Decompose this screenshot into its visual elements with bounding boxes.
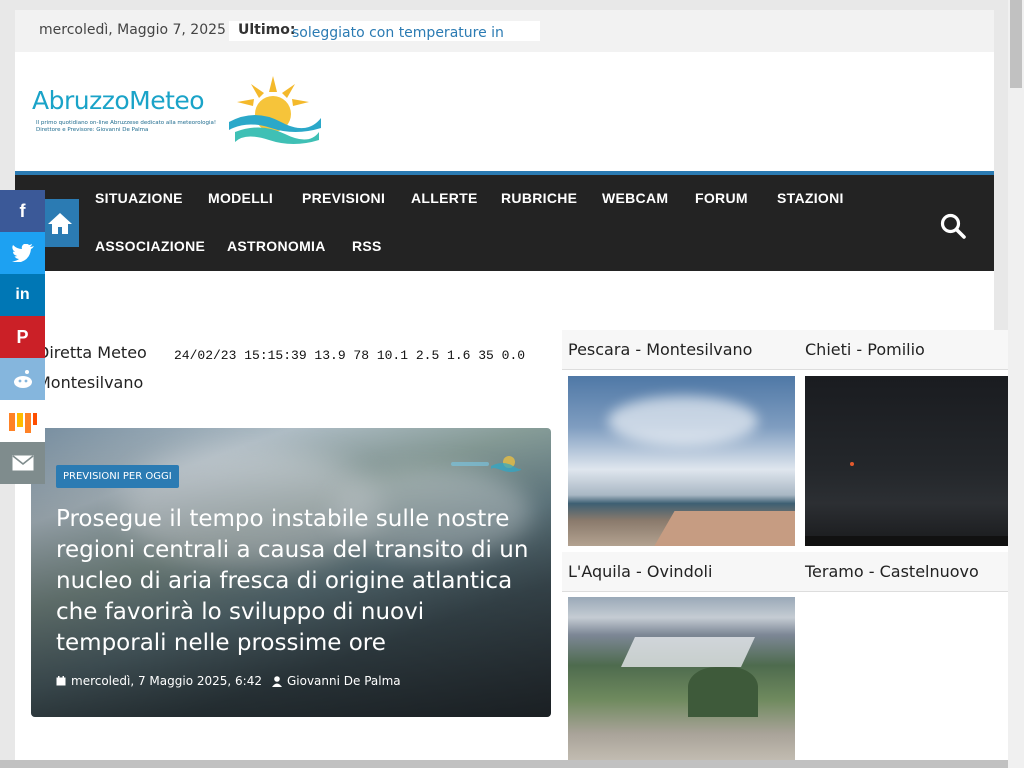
reddit-share-button[interactable] (0, 358, 45, 400)
home-button[interactable] (41, 199, 79, 247)
facebook-icon: f (19, 200, 26, 221)
author-icon (271, 675, 282, 687)
site-logo[interactable]: AbruzzoMeteo Il primo quotidiano on-line… (30, 72, 321, 152)
article-title[interactable]: Prosegue il tempo instabile sulle nostre… (56, 504, 536, 659)
article-meta: mercoledì, 7 Maggio 2025, 6:42 Giovanni … (56, 674, 401, 688)
snow-patch (621, 637, 755, 667)
webcam-image-pescara[interactable] (568, 376, 795, 546)
news-ticker: Ultimo: soleggiato con temperature in (229, 21, 540, 41)
calendar-icon (56, 676, 66, 686)
article-author[interactable]: Giovanni De Palma (287, 674, 401, 688)
nav-item-modelli[interactable]: MODELLI (208, 190, 273, 206)
scrollbar-thumb[interactable] (1010, 0, 1022, 88)
pinterest-icon: P (16, 326, 29, 347)
nav-item-rss[interactable]: RSS (352, 238, 382, 254)
nav-item-stazioni[interactable]: STAZIONI (777, 190, 844, 206)
light-dot (850, 462, 854, 466)
webcam-image-laquila[interactable] (568, 597, 795, 768)
nav-item-previsioni[interactable]: PREVISIONI (302, 190, 385, 206)
station-widget-title: Diretta Meteo Montesilvano (37, 338, 157, 398)
search-icon (940, 213, 966, 239)
nav-item-associazione[interactable]: ASSOCIAZIONE (95, 238, 205, 254)
nav-item-situazione[interactable]: SITUAZIONE (95, 190, 183, 206)
article-date[interactable]: mercoledì, 7 Maggio 2025, 6:42 (71, 674, 262, 688)
ticker-label: Ultimo: (238, 22, 296, 38)
webcam-title[interactable]: Chieti - Pomilio (799, 330, 1009, 370)
facebook-share-button[interactable]: f (0, 190, 45, 232)
roof (651, 511, 795, 546)
social-share-bar: f in P (0, 190, 45, 484)
webcam-title[interactable]: L'Aquila - Ovindoli (562, 552, 799, 592)
sun-wave-logo-icon (229, 76, 321, 144)
twitter-share-button[interactable] (0, 232, 45, 274)
current-date: mercoledì, Maggio 7, 2025 (39, 22, 226, 38)
nav-item-webcam[interactable]: WEBCAM (602, 190, 668, 206)
logo-tagline: Il primo quotidiano on-line Abruzzese de… (36, 120, 217, 133)
horizontal-scrollbar[interactable] (0, 760, 1008, 768)
webcam-title[interactable]: Pescara - Montesilvano (562, 330, 799, 370)
featured-article[interactable]: PREVISIONI PER OGGI Prosegue il tempo in… (31, 428, 551, 717)
linkedin-share-button[interactable]: in (0, 274, 45, 316)
vertical-scrollbar[interactable] (1008, 0, 1024, 768)
logo-text: AbruzzoMeteo (32, 86, 205, 115)
linkedin-icon: in (15, 286, 30, 303)
home-icon (48, 213, 72, 234)
email-icon (12, 455, 33, 471)
email-share-button[interactable] (0, 442, 45, 484)
nav-item-allerte[interactable]: ALLERTE (411, 190, 478, 206)
station-live-data: 24/02/23 15:15:39 13.9 78 10.1 2.5 1.6 3… (174, 348, 526, 363)
cloud (608, 396, 758, 446)
search-button[interactable] (940, 213, 966, 239)
nav-item-forum[interactable]: FORUM (695, 190, 748, 206)
watermark-logo-icon (451, 456, 521, 472)
caption-bar (805, 536, 1009, 546)
top-bar: mercoledì, Maggio 7, 2025 Ultimo: solegg… (15, 10, 994, 52)
pinterest-share-button[interactable]: P (0, 316, 45, 358)
station-title-line2: Montesilvano (37, 373, 144, 392)
nav-item-rubriche[interactable]: RUBRICHE (501, 190, 577, 206)
trees (688, 667, 758, 717)
reddit-icon (13, 370, 32, 388)
mix-icon (8, 413, 37, 433)
webcam-image-chieti[interactable] (805, 376, 1009, 546)
ticker-link[interactable]: soleggiato con temperature in (292, 25, 504, 41)
station-title-line1: Diretta Meteo (37, 343, 147, 362)
main-navigation: SITUAZIONE MODELLI PREVISIONI ALLERTE RU… (15, 171, 994, 271)
webcam-grid: Pescara - Montesilvano Chieti - Pomilio … (562, 330, 1009, 768)
webcam-title[interactable]: Teramo - Castelnuovo (799, 552, 1009, 592)
category-badge[interactable]: PREVISIONI PER OGGI (56, 465, 179, 488)
twitter-icon (11, 244, 34, 262)
mix-share-button[interactable] (0, 400, 45, 442)
nav-item-astronomia[interactable]: ASTRONOMIA (227, 238, 326, 254)
